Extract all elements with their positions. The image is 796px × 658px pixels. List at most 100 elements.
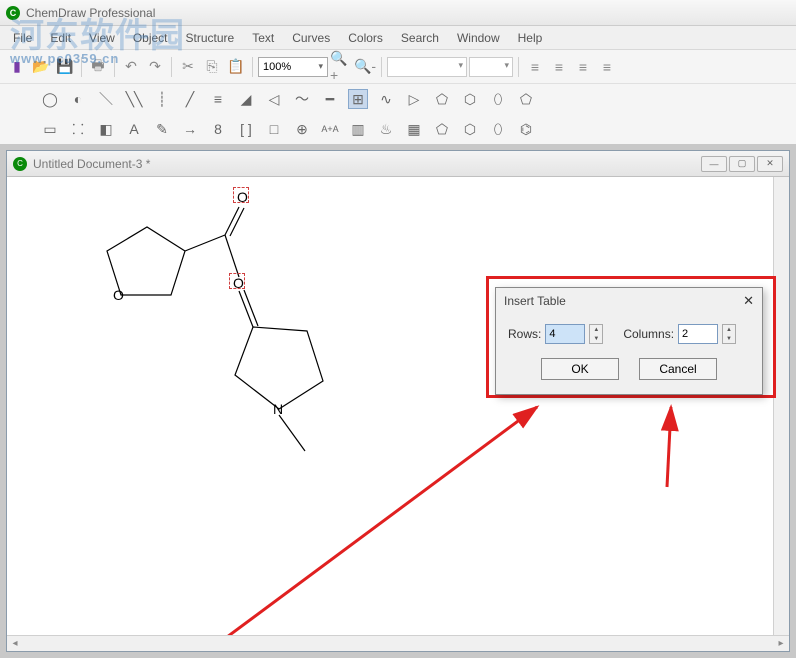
- ring5-icon[interactable]: ⬠: [432, 119, 452, 139]
- triple-bond-icon[interactable]: ≡: [208, 89, 228, 109]
- menu-colors[interactable]: Colors: [339, 28, 392, 48]
- chair2-icon[interactable]: ⬯: [488, 119, 508, 139]
- marquee-icon[interactable]: ◐: [68, 89, 88, 109]
- document-area: C Untitled Document-3 * — ▢ ✕: [0, 144, 796, 658]
- eraser-icon[interactable]: ◧: [96, 119, 116, 139]
- dialog-titlebar[interactable]: Insert Table ✕: [496, 288, 762, 314]
- main-toolbar: ▮ 📂 💾 🖶 ↶ ↷ ✂ ⎘ 📋 100%▾ 🔍+ 🔍- ≡ ≡ ≡ ≡: [0, 50, 796, 84]
- maximize-button[interactable]: ▢: [729, 156, 755, 172]
- dialog-title-text: Insert Table: [504, 294, 566, 308]
- cancel-button[interactable]: Cancel: [639, 358, 717, 380]
- size-combo[interactable]: [469, 57, 513, 77]
- zoom-out-icon[interactable]: 🔍-: [354, 56, 376, 78]
- table-tool-icon[interactable]: ⊞: [348, 89, 368, 109]
- template-icon[interactable]: ▦: [404, 119, 424, 139]
- menu-file[interactable]: File: [4, 28, 41, 48]
- tlc-icon[interactable]: ▥: [348, 119, 368, 139]
- polygon-icon[interactable]: ⬠: [516, 89, 536, 109]
- zoom-in-icon[interactable]: 🔍+: [330, 56, 352, 78]
- arrow-icon[interactable]: →: [180, 119, 200, 139]
- copy-icon[interactable]: ⎘: [201, 56, 223, 78]
- hollow-wedge-icon[interactable]: ◁: [264, 89, 284, 109]
- dashed-bond-icon[interactable]: ┊: [152, 89, 172, 109]
- vertical-scrollbar[interactable]: [773, 177, 789, 635]
- bond-icon[interactable]: ＼: [96, 89, 116, 109]
- plus-icon[interactable]: ⊕: [292, 119, 312, 139]
- text-icon[interactable]: A: [124, 119, 144, 139]
- ok-button[interactable]: OK: [541, 358, 619, 380]
- align-justify-icon[interactable]: ≡: [596, 56, 618, 78]
- bold-bond-icon[interactable]: ━: [320, 89, 340, 109]
- print-icon[interactable]: 🖶: [87, 56, 109, 78]
- window-controls: — ▢ ✕: [701, 156, 783, 172]
- align-left-icon[interactable]: ≡: [524, 56, 546, 78]
- paste-icon[interactable]: 📋: [225, 56, 247, 78]
- new-icon[interactable]: ▮: [6, 56, 28, 78]
- insert-table-dialog: Insert Table ✕ Rows: ▲▼ Columns: ▲▼ OK C…: [495, 287, 763, 395]
- app-title: ChemDraw Professional: [26, 6, 155, 20]
- pentagon-icon[interactable]: ⬠: [432, 89, 452, 109]
- dialog-close-icon[interactable]: ✕: [743, 293, 754, 309]
- menu-search[interactable]: Search: [392, 28, 448, 48]
- close-button[interactable]: ✕: [757, 156, 783, 172]
- menu-curves[interactable]: Curves: [283, 28, 339, 48]
- hexagon-icon[interactable]: ⬡: [460, 89, 480, 109]
- ring6-icon[interactable]: ⬡: [460, 119, 480, 139]
- lasso-icon[interactable]: ◯: [40, 89, 60, 109]
- rows-input[interactable]: [545, 324, 585, 344]
- cut-icon[interactable]: ✂: [177, 56, 199, 78]
- menu-help[interactable]: Help: [509, 28, 552, 48]
- benzene-icon[interactable]: ⌬: [516, 119, 536, 139]
- select-rect-icon[interactable]: ▭: [40, 119, 60, 139]
- zoom-combo[interactable]: 100%▾: [258, 57, 328, 77]
- wedge-bond-icon[interactable]: ◢: [236, 89, 256, 109]
- hash-bond-icon[interactable]: ╱: [180, 89, 200, 109]
- double-bond-icon[interactable]: ╲╲: [124, 89, 144, 109]
- fragment-icon[interactable]: ⸬: [68, 119, 88, 139]
- columns-input[interactable]: [678, 324, 718, 344]
- orbital-icon[interactable]: 8: [208, 119, 228, 139]
- scroll-left-icon[interactable]: ◂: [7, 636, 23, 652]
- pen-icon[interactable]: ✎: [152, 119, 172, 139]
- menu-object[interactable]: Object: [124, 28, 177, 48]
- stamp-icon[interactable]: ♨: [376, 119, 396, 139]
- app-icon: C: [6, 6, 20, 20]
- separator: [114, 57, 115, 77]
- undo-icon[interactable]: ↶: [120, 56, 142, 78]
- extra-tools-row: ▭ ⸬ ◧ A ✎ → 8 [ ] □ ⊕ A+A ▥ ♨ ▦ ⬠ ⬡ ⬯ ⌬: [0, 114, 796, 144]
- scroll-right-icon[interactable]: ▸: [773, 636, 789, 652]
- document-title: Untitled Document-3 *: [33, 157, 701, 171]
- chain-icon[interactable]: ∿: [376, 89, 396, 109]
- arrow-tool-icon[interactable]: ▷: [404, 89, 424, 109]
- open-icon[interactable]: 📂: [30, 56, 52, 78]
- label-icon[interactable]: A+A: [320, 119, 340, 139]
- align-right-icon[interactable]: ≡: [572, 56, 594, 78]
- columns-spinner[interactable]: ▲▼: [722, 324, 736, 344]
- zoom-value: 100%: [263, 61, 291, 73]
- font-combo[interactable]: [387, 57, 467, 77]
- align-center-icon[interactable]: ≡: [548, 56, 570, 78]
- horizontal-scrollbar[interactable]: ◂ ▸: [7, 635, 789, 651]
- separator: [171, 57, 172, 77]
- save-icon[interactable]: 💾: [54, 56, 76, 78]
- atom-o-ring: O: [113, 287, 124, 303]
- menu-window[interactable]: Window: [448, 28, 509, 48]
- chair-icon[interactable]: ⬯: [488, 89, 508, 109]
- separator: [518, 57, 519, 77]
- bracket-icon[interactable]: [ ]: [236, 119, 256, 139]
- scroll-track[interactable]: [23, 636, 773, 652]
- columns-label: Columns:: [623, 327, 674, 341]
- drawing-canvas[interactable]: O O O N: [7, 177, 789, 635]
- wavy-bond-icon[interactable]: 〜: [292, 89, 312, 109]
- minimize-button[interactable]: —: [701, 156, 727, 172]
- rows-field: Rows: ▲▼: [508, 324, 603, 344]
- menu-text[interactable]: Text: [243, 28, 283, 48]
- rows-spinner[interactable]: ▲▼: [589, 324, 603, 344]
- shape-icon[interactable]: □: [264, 119, 284, 139]
- menu-structure[interactable]: Structure: [177, 28, 244, 48]
- menu-edit[interactable]: Edit: [41, 28, 80, 48]
- rows-label: Rows:: [508, 327, 541, 341]
- menu-view[interactable]: View: [80, 28, 124, 48]
- redo-icon[interactable]: ↷: [144, 56, 166, 78]
- dialog-buttons: OK Cancel: [496, 350, 762, 394]
